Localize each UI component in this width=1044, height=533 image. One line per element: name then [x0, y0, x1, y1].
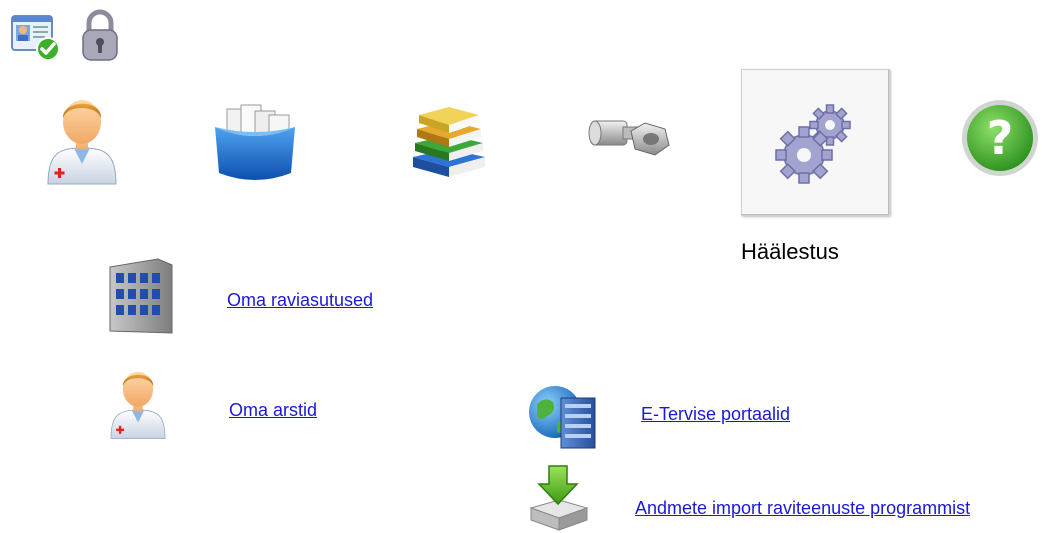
doctor-icon [38, 90, 126, 186]
andmete-import-link[interactable]: Andmete import raviteenuste programmist [635, 498, 970, 519]
id-card-check-icon[interactable] [10, 12, 62, 62]
doctor-small-icon[interactable] [103, 360, 173, 444]
nav-tools-button[interactable] [580, 86, 680, 190]
oma-arstid-link[interactable]: Oma arstid [229, 400, 317, 421]
e-tervise-portaalid-link[interactable]: E-Tervise portaalid [641, 404, 790, 425]
nav-settings-button[interactable] [741, 69, 890, 216]
building-icon[interactable] [102, 255, 178, 337]
nav-folders-button[interactable] [205, 86, 305, 190]
nav-doctors-button[interactable] [32, 86, 132, 190]
bolt-nut-icon [585, 103, 675, 173]
selected-nav-label: Häälestus [741, 239, 839, 264]
folder-box-icon [207, 93, 303, 183]
gears-icon [768, 95, 864, 191]
books-icon [403, 93, 493, 183]
nav-help-button[interactable]: ? [950, 86, 1044, 190]
help-icon: ? [959, 97, 1041, 179]
oma-raviasutused-link[interactable]: Oma raviasutused [227, 290, 373, 311]
nav-books-button[interactable] [398, 86, 498, 190]
padlock-icon[interactable] [80, 8, 120, 64]
import-icon[interactable] [527, 462, 591, 532]
globe-server-icon[interactable] [527, 382, 601, 452]
svg-text:?: ? [987, 111, 1014, 165]
